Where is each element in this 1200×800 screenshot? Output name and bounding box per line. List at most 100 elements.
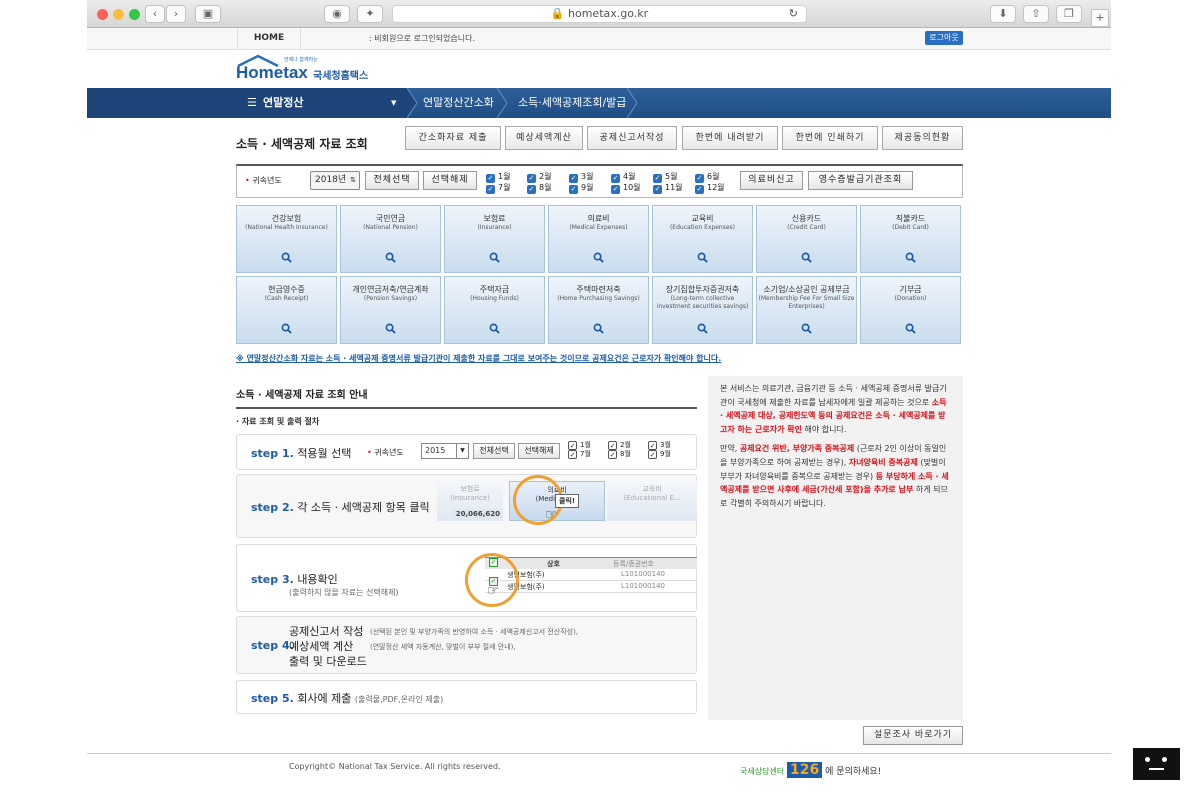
step2-box: step 2. 각 소득 · 세액공제 항목 클릭 보험료 (Insurance)… — [236, 474, 697, 538]
deduction-tile[interactable]: 국민연금 (National Pension) — [340, 205, 441, 273]
step4-box: step 4. 공제신고서 작성 예상세액 계산 출력 및 다운로드 (선택된 본인… — [236, 616, 697, 674]
footer-divider — [87, 753, 1111, 754]
search-icon — [905, 323, 916, 334]
search-icon — [489, 252, 500, 263]
deselect-all-button[interactable]: 선택해제 — [423, 171, 477, 190]
deduction-tile[interactable]: 건강보험 (National Health Insurance) — [236, 205, 337, 273]
tile-english: (Debit Card) — [892, 224, 929, 231]
address-bar[interactable]: 🔒 hometax.go.kr ↻ — [392, 5, 807, 23]
select-all-button[interactable]: 전체선택 — [365, 171, 419, 190]
check-icon: ✓ — [527, 185, 536, 194]
logo-name: 국세청홈택스 — [313, 71, 369, 82]
login-notice: : 비회원으로 로그인되었습니다. — [369, 34, 476, 43]
deduction-tile[interactable]: 소기업/소상공인 공제부금 (Membership Fee For Small S… — [756, 276, 857, 344]
search-icon — [905, 252, 916, 263]
tile-english: (Housing Funds) — [470, 295, 519, 302]
updown-icon: ⇅ — [350, 176, 356, 184]
tile-label: 주택자금 — [479, 285, 510, 294]
step4-title: 공제신고서 작성 예상세액 계산 출력 및 다운로드 — [289, 625, 367, 668]
month-7[interactable]: ✓ 7월 — [486, 182, 510, 194]
deduction-tile[interactable]: 개인연금저축/연금계좌 (Pension Savings) — [340, 276, 441, 344]
month-9[interactable]: ✓ 9월 — [569, 182, 593, 194]
share-icon[interactable]: ⇧ — [1023, 5, 1049, 23]
medical-report-button[interactable]: 의료비신고 — [740, 171, 803, 190]
deduction-tile[interactable]: 기부금 (Donation) — [860, 276, 961, 344]
extension-icon[interactable]: ✦ — [357, 5, 383, 23]
warning-text: ※ 연말정산간소화 자료는 소득 · 세액공제 증명서류 발급기관이 제출한 자… — [236, 354, 722, 363]
crumb-deduction[interactable]: 소득·세액공제조회/발급 — [518, 88, 626, 118]
step1-year-label: • 귀속년도 — [367, 448, 404, 457]
month-11[interactable]: ✓ 11월 — [653, 182, 683, 194]
survey-button[interactable]: 설문조사 바로가기 — [863, 726, 963, 745]
deduction-tile[interactable]: 교육비 (Education Expenses) — [652, 205, 753, 273]
step4-note1: (선택된 본인 및 부양가족의 반영하여 소득 · 세액공제신고서 전산작성), — [370, 628, 579, 636]
print-all-button[interactable]: 한번에 인쇄하기 — [782, 126, 878, 150]
reload-icon[interactable]: ↻ — [789, 6, 798, 22]
tile-english: (Home Purchasing Savings) — [557, 295, 640, 302]
deduction-tile[interactable]: 주택마련저축 (Home Purchasing Savings) — [548, 276, 649, 344]
download-icon[interactable]: ⬇ — [990, 5, 1016, 23]
sidebar-icon[interactable]: ▣ — [195, 5, 221, 23]
zoom-window-button[interactable] — [129, 9, 140, 20]
crumb-yearend[interactable]: 연말정산간소화 — [423, 88, 494, 118]
search-icon — [593, 252, 604, 263]
tile-label: 의료비 — [587, 214, 610, 223]
tile-label: 교육비 — [691, 214, 714, 223]
tile-english: (Credit Card) — [787, 224, 826, 231]
search-icon — [385, 252, 396, 263]
info-box: 본 서비스는 의료기관, 금융기관 등 소득 · 세액공제 증명서류 발급기관이… — [708, 376, 963, 720]
chat-bot-icon[interactable] — [1133, 748, 1180, 780]
tile-english: (Cash Receipt) — [264, 295, 309, 302]
back-icon[interactable]: ‹ — [145, 5, 165, 23]
step3-title: step 3. 내용확인 — [251, 573, 338, 586]
chevron-right-icon — [626, 87, 638, 119]
deduction-tile[interactable]: 장기집합투자증권저축 (Long-term collective investme… — [652, 276, 753, 344]
tile-english: (Donation) — [894, 295, 927, 302]
tabs-icon[interactable]: ❐ — [1056, 5, 1082, 23]
tile-english: (Membership Fee For Small Size Enterpris… — [758, 295, 855, 310]
step5-title: step 5. 회사에 제출 (출력물,PDF,온라인 제출) — [251, 692, 444, 705]
submit-data-button[interactable]: 간소화자료 제출 — [405, 126, 501, 150]
url-text: hometax.go.kr — [568, 7, 649, 20]
step3-box: step 3. 내용확인 (출력하지 않을 자료는 선택해제) 상호 등록/증권… — [236, 544, 697, 612]
step4-note2: (연말정산 세액 자동계산, 맞벌이 부부 절세 안내), — [370, 643, 516, 651]
new-tab-icon[interactable]: + — [1091, 9, 1109, 27]
tile-label: 현금영수증 — [268, 285, 305, 294]
minimize-window-button[interactable] — [113, 9, 124, 20]
deduction-tile[interactable]: 보험료 (Insurance) — [444, 205, 545, 273]
hometax-logo[interactable]: Hometax 언제나 함께하는 국세청홈택스 — [236, 54, 406, 86]
deduction-tile[interactable]: 직불카드 (Debit Card) — [860, 205, 961, 273]
tile-label: 보험료 — [483, 214, 506, 223]
logout-button[interactable]: 로그아웃 — [925, 31, 963, 45]
step5-box: step 5. 회사에 제출 (출력물,PDF,온라인 제출) — [236, 680, 697, 714]
download-all-button[interactable]: 한번에 내려받기 — [682, 126, 778, 150]
main-menu[interactable]: ☰ 연말정산 ▼ — [87, 88, 407, 118]
home-link[interactable]: HOME — [237, 28, 301, 49]
forward-icon[interactable]: › — [166, 5, 186, 23]
write-report-button[interactable]: 공제신고서작성 — [587, 126, 677, 150]
privacy-icon[interactable]: ◉ — [324, 5, 350, 23]
step2-insurance-tile: 보험료 (Insurance) 20,066,620 — [437, 481, 503, 521]
year-select[interactable]: 2018년 ⇅ — [310, 171, 360, 190]
month-10[interactable]: ✓ 10월 — [611, 182, 641, 194]
guide-subtitle: · 자료 조회 및 출력 절차 — [236, 417, 320, 426]
deduction-tile[interactable]: 주택자금 (Housing Funds) — [444, 276, 545, 344]
consent-status-button[interactable]: 제공동의현황 — [882, 126, 963, 150]
search-icon — [281, 323, 292, 334]
search-icon — [489, 323, 500, 334]
step1-months-1: ✓ 1월 ✓ 7월 — [568, 441, 591, 459]
receipt-lookup-button[interactable]: 영수증발급기관조회 — [808, 171, 913, 190]
step1-months-3: ✓ 3월 ✓ 9월 — [648, 441, 671, 459]
deduction-tile[interactable]: 의료비 (Medical Expenses) — [548, 205, 649, 273]
step1-all-button: 전체선택 — [473, 443, 515, 459]
close-window-button[interactable] — [97, 9, 108, 20]
month-12[interactable]: ✓ 12월 — [695, 182, 725, 194]
estimate-tax-button[interactable]: 예상세액계산 — [505, 126, 583, 150]
deduction-tile[interactable]: 현금영수증 (Cash Receipt) — [236, 276, 337, 344]
deduction-tile[interactable]: 신용카드 (Credit Card) — [756, 205, 857, 273]
logo-slogan: 언제나 함께하는 — [284, 57, 318, 63]
browser-toolbar: ‹ › ▣ ◉ ✦ 🔒 hometax.go.kr ↻ ⬇ ⇧ ❐ + — [87, 0, 1111, 28]
step2-education-tile: 교육비 (Educational E... — [607, 481, 697, 521]
month-8[interactable]: ✓ 8월 — [527, 182, 551, 194]
call-center[interactable]: 국세상담센터 126 에 문의하세요! — [740, 762, 881, 778]
